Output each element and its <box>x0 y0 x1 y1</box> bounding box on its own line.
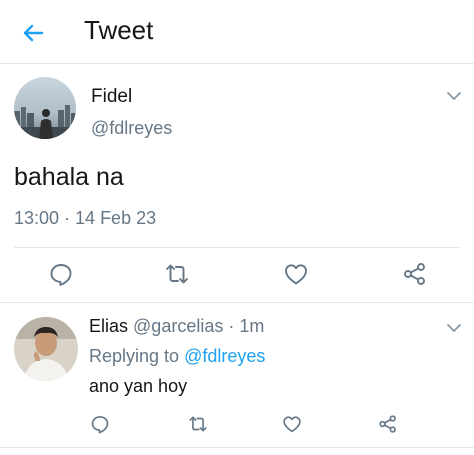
separator-dot: · <box>228 316 235 336</box>
reply-author-avatar[interactable] <box>14 317 78 381</box>
reply-text: ano yan hoy <box>89 376 188 396</box>
retweet-icon[interactable] <box>163 260 191 288</box>
reply-actions <box>0 413 474 437</box>
reply-author-handle[interactable]: @garcelias <box>133 316 223 336</box>
replying-to-handle-link[interactable]: @fdlreyes <box>184 346 265 366</box>
tweet-timestamp[interactable]: 13:00 · 14 Feb 23 <box>14 208 156 229</box>
page-title: Tweet <box>84 15 154 45</box>
reply-time[interactable]: 1m <box>239 316 264 336</box>
author-avatar[interactable] <box>14 77 76 139</box>
author-handle[interactable]: @fdlreyes <box>91 118 172 139</box>
retweet-icon[interactable] <box>187 413 209 435</box>
back-arrow-icon[interactable] <box>18 18 48 48</box>
like-icon[interactable] <box>282 260 310 288</box>
top-bar: Tweet <box>0 0 474 64</box>
share-icon[interactable] <box>377 413 399 435</box>
author-name[interactable]: Fidel <box>91 86 132 108</box>
divider <box>14 247 460 248</box>
replying-to-label: Replying to <box>89 346 180 366</box>
main-tweet: Fidel @fdlreyes bahala na 13:00 · 14 Feb… <box>0 64 474 302</box>
reply-header: Elias @garcelias · 1m <box>89 316 264 337</box>
reply-icon[interactable] <box>89 413 111 435</box>
chevron-down-icon[interactable] <box>446 322 462 334</box>
chevron-down-icon[interactable] <box>446 90 462 102</box>
reply-author-name[interactable]: Elias <box>89 316 128 336</box>
tweet-text: bahala na <box>14 163 124 191</box>
reply-tweet[interactable]: Elias @garcelias · 1m Replying to @fdlre… <box>0 303 474 449</box>
reply-icon[interactable] <box>47 260 75 288</box>
tweet-actions <box>0 260 474 290</box>
like-icon[interactable] <box>281 413 303 435</box>
replying-to: Replying to @fdlreyes <box>89 346 265 367</box>
divider <box>0 447 474 448</box>
share-icon[interactable] <box>401 260 429 288</box>
